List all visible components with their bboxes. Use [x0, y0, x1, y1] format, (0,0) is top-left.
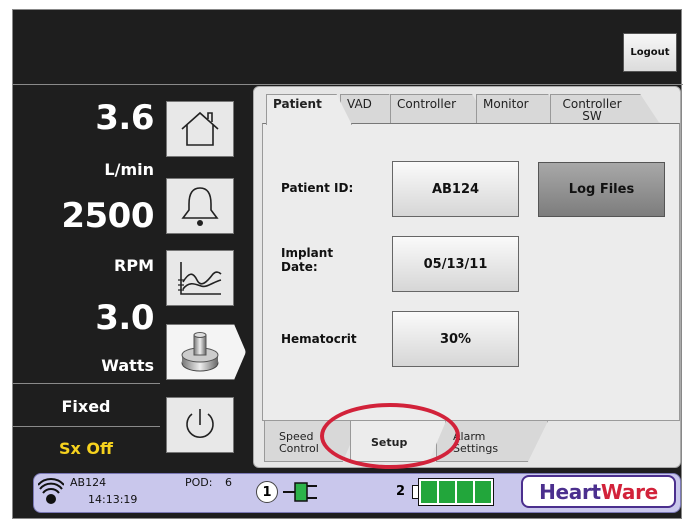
implant-label-line1: Implant [281, 246, 334, 260]
alarms-button[interactable] [166, 178, 234, 234]
flow-unit: L/min [104, 160, 154, 179]
power-source-1-badge: 1 [256, 481, 278, 503]
hematocrit-button[interactable]: 30% [392, 311, 519, 367]
battery-gauge [418, 478, 494, 506]
battery-cell [421, 481, 437, 503]
suction-status: Sx Off [59, 438, 113, 458]
battery-cell [457, 481, 473, 503]
implant-date-label: Implant Date: [281, 246, 333, 274]
wireless-icon [38, 478, 64, 504]
ac-plug-icon [283, 482, 317, 502]
tab-controller-label: Controller [397, 97, 457, 111]
trends-button[interactable] [166, 250, 234, 306]
readout-divider [12, 383, 160, 384]
implant-label-line2: Date: [281, 260, 318, 274]
power-button[interactable] [166, 397, 234, 453]
tab-patient-label: Patient [273, 97, 322, 111]
bell-icon [181, 187, 219, 226]
pump-button[interactable] [166, 324, 246, 380]
logout-button[interactable]: Logout [623, 33, 677, 72]
home-icon [181, 111, 219, 146]
speed-value: 2500 [61, 196, 154, 236]
speed-unit: RPM [114, 256, 154, 275]
implant-date-button[interactable]: 05/13/11 [392, 236, 519, 292]
header-divider [12, 84, 683, 85]
heartware-logo: Heart Ware [521, 475, 676, 508]
power-source-2-label: 2 [396, 484, 406, 499]
pod-label: POD: [185, 476, 213, 489]
waveform-icon [178, 262, 222, 295]
pump-icon [181, 332, 219, 372]
power-icon [186, 409, 214, 439]
logo-part2: Ware [600, 479, 658, 504]
logo-part1: Heart [539, 479, 601, 504]
log-files-button[interactable]: Log Files [538, 162, 665, 217]
clock-time: 14:13:19 [88, 493, 138, 506]
patient-id-label: Patient ID: [281, 181, 354, 195]
tab-vad-label: VAD [347, 97, 372, 111]
flow-value: 3.6 [95, 98, 154, 138]
battery-cell [475, 481, 491, 503]
tab-monitor-label: Monitor [483, 97, 529, 111]
pod-value: 6 [225, 476, 232, 489]
control-mode: Fixed [61, 396, 111, 416]
home-button[interactable] [166, 101, 234, 157]
device-id: AB124 [70, 476, 107, 489]
highlight-circle [320, 403, 460, 469]
power-value: 3.0 [95, 298, 154, 338]
tab-controller-sw-label: Controller SW [562, 97, 622, 123]
battery-cell [439, 481, 455, 503]
patient-id-button[interactable]: AB124 [392, 161, 519, 217]
mode-divider [12, 426, 160, 427]
power-unit: Watts [101, 356, 154, 375]
hematocrit-label: Hematocrit [281, 332, 357, 346]
